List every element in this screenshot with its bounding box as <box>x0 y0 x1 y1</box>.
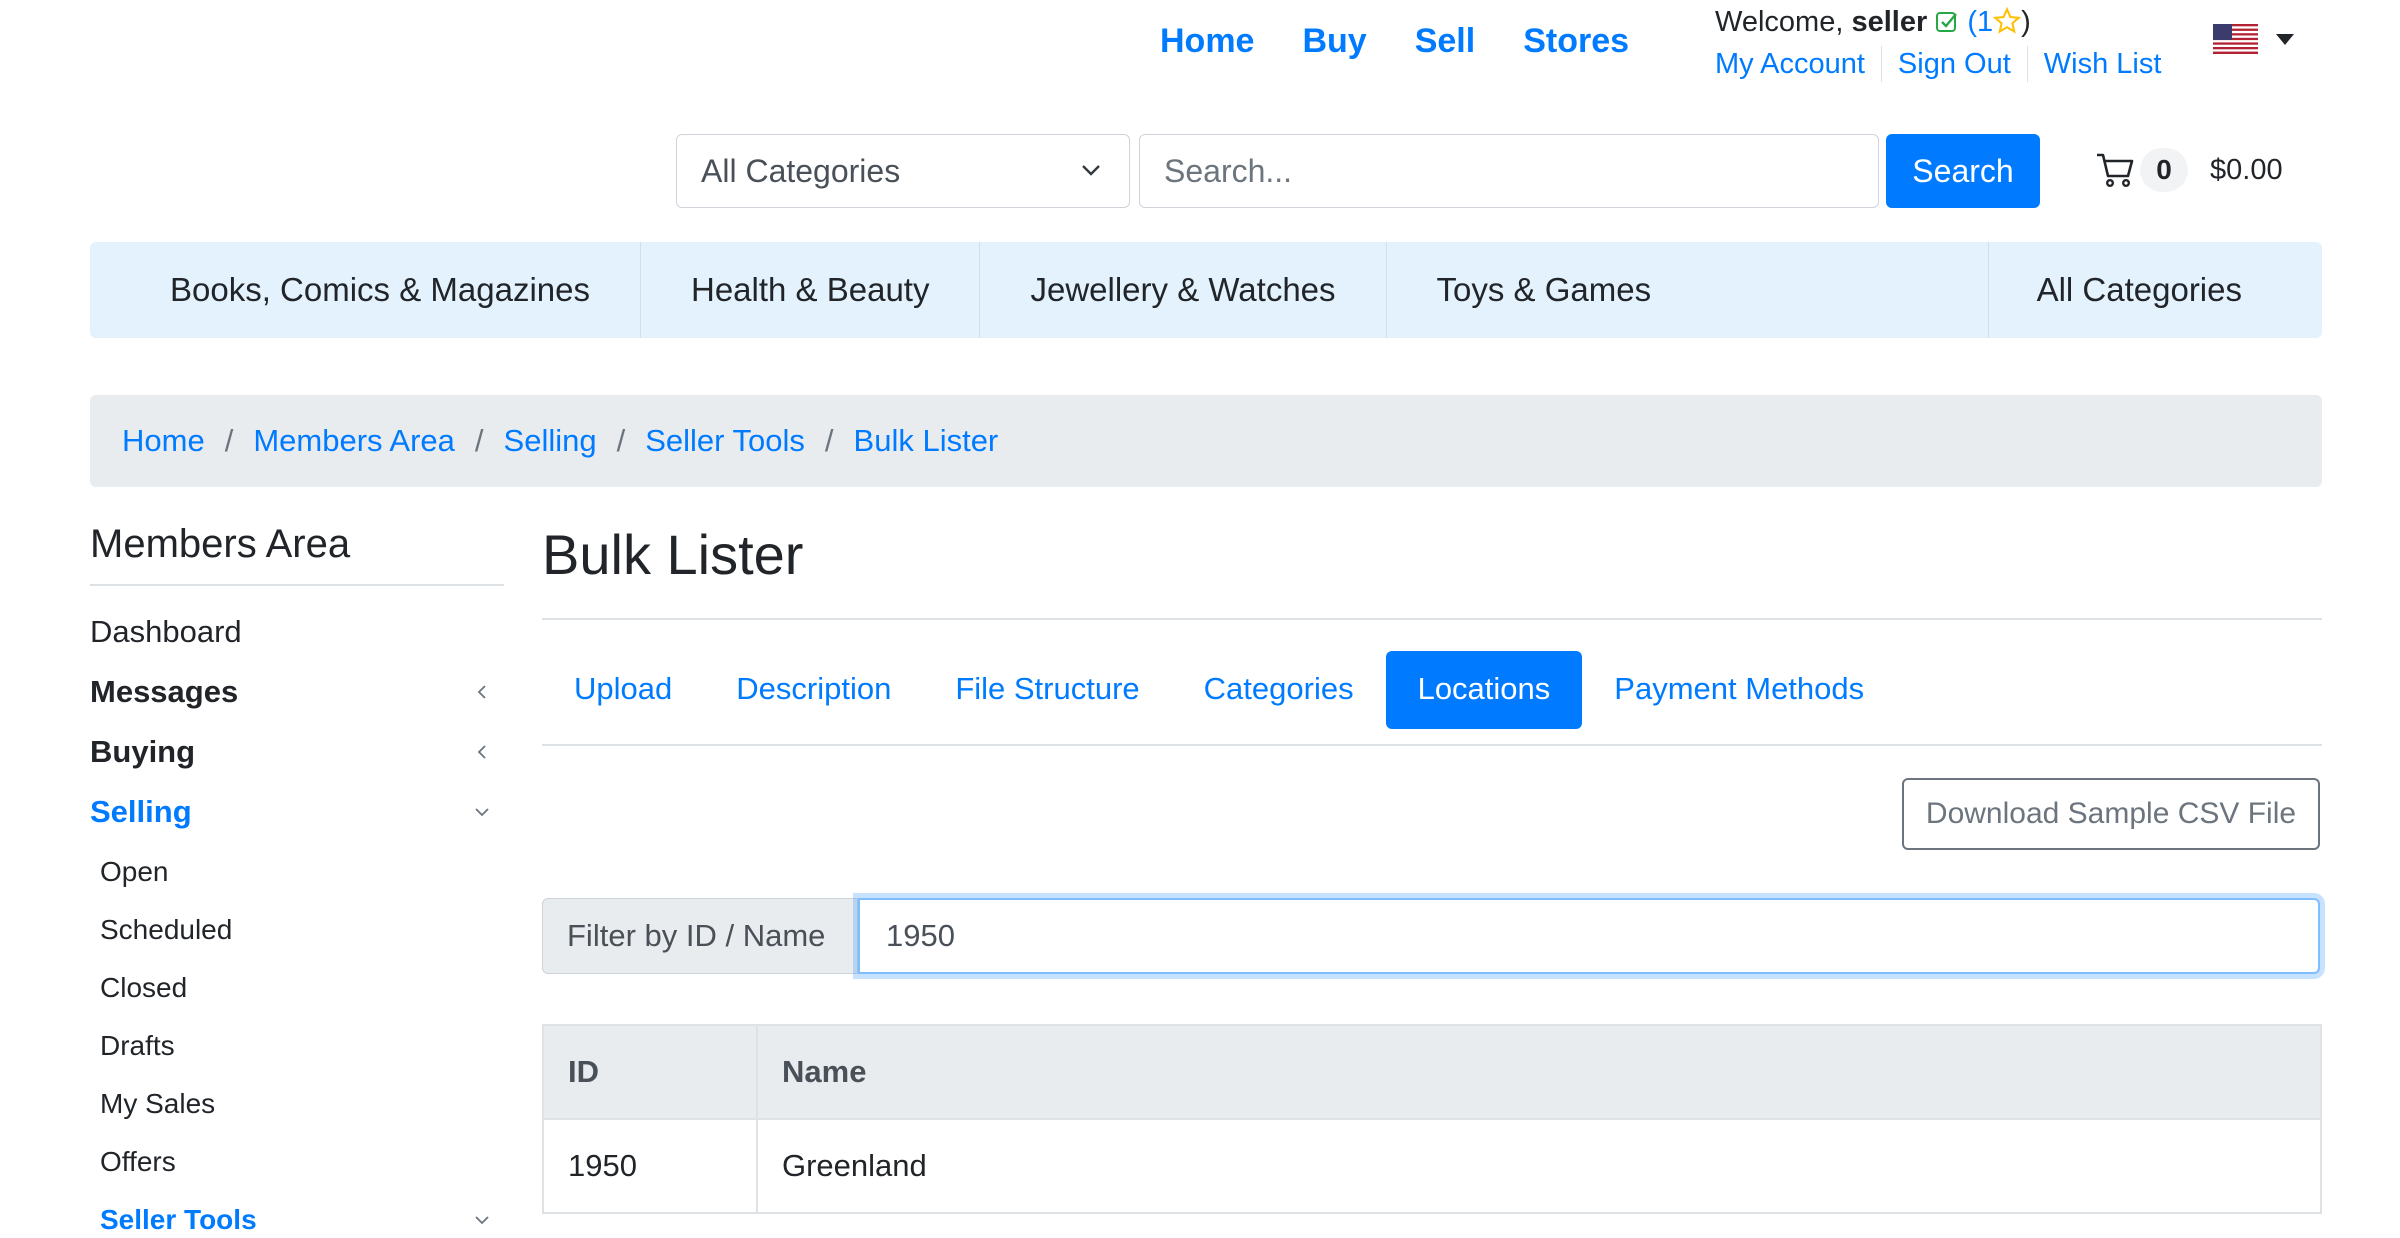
sidebar-item-label: Messages <box>90 674 239 709</box>
account-links: My Account Sign Out Wish List <box>1715 46 2177 82</box>
breadcrumb-separator: / <box>824 423 834 458</box>
rating-open[interactable]: (1 <box>1967 6 1993 38</box>
sidebar-subitem-open[interactable]: Open <box>100 854 504 890</box>
sidebar-item-dashboard[interactable]: Dashboard <box>90 612 504 652</box>
sidebar-divider <box>90 584 504 586</box>
filter-label: Filter by ID / Name <box>542 898 858 974</box>
welcome-prefix: Welcome, <box>1715 6 1844 38</box>
download-sample-csv-button[interactable]: Download Sample CSV File <box>1902 778 2320 850</box>
sidebar-item-messages[interactable]: Messages <box>90 672 504 712</box>
column-header-id: ID <box>542 1024 758 1120</box>
cell-name: Greenland <box>756 1118 2322 1214</box>
filter-input[interactable]: 1950 <box>858 898 2320 974</box>
tab-locations[interactable]: Locations <box>1385 651 1583 729</box>
sidebar-subitem-label: Seller Tools <box>100 1204 257 1235</box>
verified-check-icon <box>1936 12 1958 32</box>
cart-count-badge: 0 <box>2140 148 2188 192</box>
sidebar-item-label: Dashboard <box>90 614 242 649</box>
search-input[interactable]: Search... <box>1139 134 1879 208</box>
breadcrumb-bulk-lister[interactable]: Bulk Lister <box>854 423 999 459</box>
language-caret-icon[interactable] <box>2276 34 2294 45</box>
tabs-divider <box>542 744 2322 746</box>
column-header-name: Name <box>756 1024 2322 1120</box>
tab-description[interactable]: Description <box>704 651 923 729</box>
category-all[interactable]: All Categories <box>1989 242 2322 338</box>
table-header-row: ID Name <box>542 1024 2322 1120</box>
category-toys-games[interactable]: Toys & Games <box>1387 242 1702 338</box>
category-bar: Books, Comics & Magazines Health & Beaut… <box>90 242 2322 338</box>
breadcrumb-separator: / <box>224 423 234 458</box>
my-account-link[interactable]: My Account <box>1715 46 1881 82</box>
sidebar-subitem-closed[interactable]: Closed <box>100 970 504 1006</box>
cart-icon[interactable] <box>2095 152 2135 188</box>
chevron-down-icon <box>475 1216 489 1225</box>
category-select[interactable]: All Categories <box>676 134 1130 208</box>
tab-upload[interactable]: Upload <box>542 651 704 729</box>
breadcrumb-seller-tools[interactable]: Seller Tools <box>645 423 805 459</box>
breadcrumb: Home / Members Area / Selling / Seller T… <box>90 395 2322 487</box>
chevron-down-icon <box>1082 165 1100 176</box>
sidebar-subitem-scheduled[interactable]: Scheduled <box>100 912 504 948</box>
nav-stores[interactable]: Stores <box>1523 18 1629 64</box>
sidebar-subitem-drafts[interactable]: Drafts <box>100 1028 504 1064</box>
category-bar-spacer <box>1701 242 1989 338</box>
top-nav: Home Buy Sell Stores <box>1160 18 1677 64</box>
sidebar-title: Members Area <box>90 522 351 566</box>
sidebar-item-buying[interactable]: Buying <box>90 732 504 772</box>
category-jewellery-watches[interactable]: Jewellery & Watches <box>980 242 1387 338</box>
sidebar-item-label: Buying <box>90 734 196 769</box>
sidebar-subitem-my-sales[interactable]: My Sales <box>100 1086 504 1122</box>
sidebar-item-selling[interactable]: Selling <box>90 792 504 832</box>
tab-file-structure[interactable]: File Structure <box>923 651 1171 729</box>
nav-home[interactable]: Home <box>1160 18 1254 64</box>
cart-total: $0.00 <box>2210 154 2283 186</box>
table-row: 1950 Greenland <box>542 1118 2322 1214</box>
sign-out-link[interactable]: Sign Out <box>1880 46 2027 82</box>
tab-payment-methods[interactable]: Payment Methods <box>1582 651 1896 729</box>
locations-table: ID Name 1950 Greenland <box>542 1024 2322 1214</box>
breadcrumb-separator: / <box>474 423 484 458</box>
chevron-down-icon <box>475 808 489 817</box>
sidebar-subitem-offers[interactable]: Offers <box>100 1144 504 1180</box>
us-flag-icon[interactable] <box>2213 24 2258 54</box>
breadcrumb-home[interactable]: Home <box>122 423 205 459</box>
chevron-left-icon <box>477 745 486 759</box>
search-placeholder: Search... <box>1164 153 1293 189</box>
tab-categories[interactable]: Categories <box>1172 651 1386 729</box>
nav-buy[interactable]: Buy <box>1302 18 1366 64</box>
breadcrumb-members-area[interactable]: Members Area <box>253 423 455 459</box>
category-health-beauty[interactable]: Health & Beauty <box>641 242 981 338</box>
rating-close: ) <box>2021 6 2031 38</box>
category-books[interactable]: Books, Comics & Magazines <box>90 242 641 338</box>
wish-list-link[interactable]: Wish List <box>2026 46 2178 82</box>
welcome-message: Welcome, seller (1) <box>1715 4 2031 40</box>
breadcrumb-selling[interactable]: Selling <box>504 423 597 459</box>
sidebar-subitem-seller-tools[interactable]: Seller Tools <box>100 1202 504 1238</box>
username: seller <box>1851 6 1928 38</box>
page-title: Bulk Lister <box>542 523 804 586</box>
tab-bar: Upload Description File Structure Catego… <box>542 651 1896 729</box>
star-icon <box>1993 7 2022 34</box>
title-divider <box>542 618 2322 620</box>
sidebar-item-label: Selling <box>90 794 192 829</box>
category-select-value: All Categories <box>701 153 901 189</box>
breadcrumb-separator: / <box>616 423 626 458</box>
chevron-left-icon <box>477 685 486 699</box>
nav-sell[interactable]: Sell <box>1415 18 1475 64</box>
filter-input-value: 1950 <box>886 918 955 953</box>
search-button[interactable]: Search <box>1886 134 2040 208</box>
cell-id: 1950 <box>542 1118 758 1214</box>
